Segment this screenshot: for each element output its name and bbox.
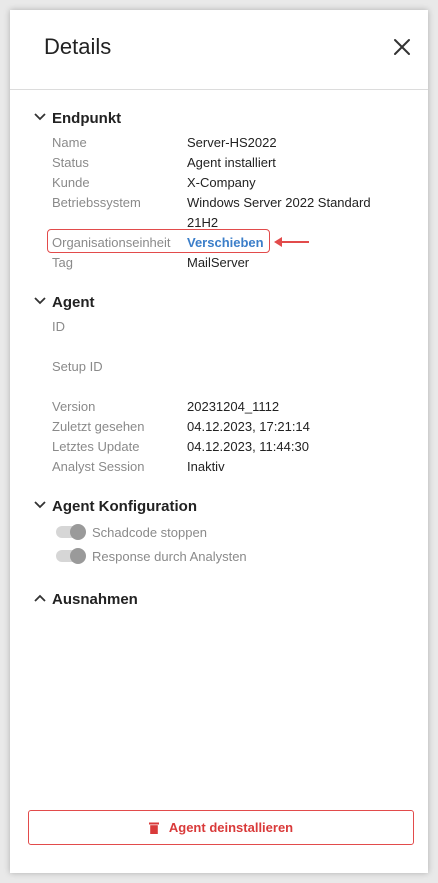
panel-header: Details (10, 10, 428, 90)
toggle-knob (70, 524, 86, 540)
close-icon[interactable] (390, 35, 414, 59)
annotation-arrow-icon (272, 234, 312, 250)
field-value: 20231204_1112 (187, 399, 280, 414)
section-agent-config-label: Agent Konfiguration (52, 498, 197, 515)
chevron-down-icon (32, 109, 48, 125)
uninstall-agent-button[interactable]: Agent deinstallieren (28, 810, 414, 845)
field-value: Windows Server 2022 Standard (187, 195, 371, 210)
field-label: Organisationseinheit (52, 235, 171, 250)
section-ausnahmen-toggle[interactable]: Ausnahmen (32, 590, 138, 610)
field-value: 04.12.2023, 11:44:30 (187, 439, 309, 454)
section-ausnahmen-label: Ausnahmen (52, 591, 138, 608)
section-agent-toggle[interactable]: Agent (32, 293, 95, 313)
field-label: Zuletzt gesehen (52, 419, 145, 434)
toggle-label: Response durch Analysten (92, 549, 247, 564)
toggle-label: Schadcode stoppen (92, 525, 207, 540)
toggle-knob (70, 548, 86, 564)
field-value: Agent installiert (187, 155, 276, 170)
move-link[interactable]: Verschieben (187, 233, 264, 253)
field-label: Status (52, 155, 89, 170)
field-value: X-Company (187, 175, 256, 190)
field-label: Version (52, 399, 96, 414)
chevron-up-icon (32, 590, 48, 606)
field-value: Server-HS2022 (187, 135, 277, 150)
field-label: Kunde (52, 175, 90, 190)
field-label: Name (52, 135, 87, 150)
chevron-down-icon (32, 293, 48, 309)
section-endpunkt-toggle[interactable]: Endpunkt (32, 109, 121, 129)
field-label: Betriebssystem (52, 195, 141, 210)
schadcode-toggle[interactable] (56, 524, 86, 540)
field-value: 04.12.2023, 17:21:14 (187, 419, 310, 434)
field-value: Inaktiv (187, 459, 225, 474)
section-endpunkt-label: Endpunkt (52, 110, 122, 127)
response-toggle[interactable] (56, 548, 86, 564)
trash-icon (148, 822, 159, 834)
section-agent-config-toggle[interactable]: Agent Konfiguration (32, 497, 197, 517)
field-value: MailServer (187, 255, 250, 270)
panel-title: Details (44, 34, 112, 59)
field-label: Analyst Session (52, 459, 145, 474)
field-label: Setup ID (52, 359, 103, 374)
uninstall-label: Agent deinstallieren (168, 820, 294, 835)
details-panel: Details Endpunkt Name Server-HS2022 Stat… (10, 10, 428, 873)
field-label: Tag (52, 255, 73, 270)
field-label: ID (52, 319, 65, 334)
chevron-down-icon (32, 497, 48, 513)
field-label: Letztes Update (52, 439, 140, 454)
section-agent-label: Agent (52, 294, 95, 311)
